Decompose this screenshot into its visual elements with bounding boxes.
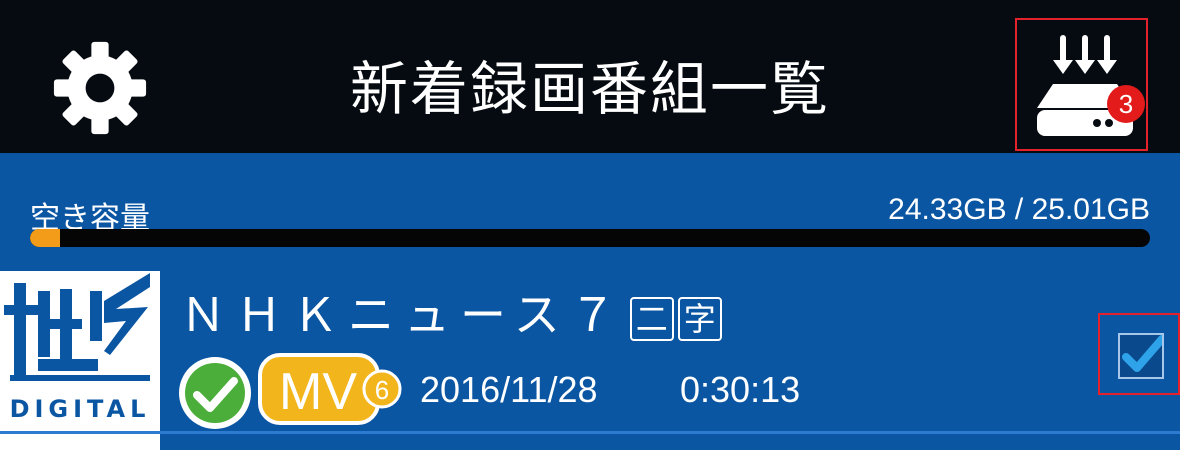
mv-badge: MV 6 — [258, 353, 402, 425]
channel-logo: DIGITAL — [0, 271, 160, 431]
channel-logo-next — [0, 434, 160, 450]
tag-jimaku: 字 — [677, 296, 722, 341]
storage-panel: 空き容量 24.33GB / 25.01GB — [0, 153, 1180, 271]
select-checkbox[interactable] — [1118, 333, 1166, 379]
recording-date: 2016/11/28 — [420, 369, 598, 410]
select-checkbox-highlight[interactable] — [1098, 313, 1180, 395]
check-circle-icon — [179, 357, 251, 429]
recording-duration: 0:30:13 — [680, 369, 801, 410]
download-button[interactable]: 3 — [1015, 18, 1148, 151]
mv-count: 6 — [375, 375, 389, 405]
channel-logo-text: DIGITAL — [10, 395, 151, 423]
storage-bar — [30, 229, 1150, 247]
mv-label: MV — [279, 363, 357, 421]
top-bar: 新着録画番組一覧 3 — [0, 0, 1180, 153]
recording-row[interactable]: DIGITAL ＮＨＫニュース７ 二字 MV 6 2016/11/28 0:30:… — [0, 271, 1180, 434]
tag-nikoku: 二 — [629, 296, 674, 341]
program-title: ＮＨＫニュース７ 二字 — [180, 279, 722, 345]
checkmark-icon — [1122, 335, 1166, 372]
page-title: 新着録画番組一覧 — [349, 55, 830, 123]
recording-row-next[interactable] — [0, 434, 1180, 450]
storage-value: 24.33GB / 25.01GB — [888, 193, 1150, 226]
storage-bar-used — [30, 229, 61, 247]
download-count-badge: 3 — [1107, 85, 1145, 123]
program-title-text: ＮＨＫニュース７ — [180, 289, 626, 341]
